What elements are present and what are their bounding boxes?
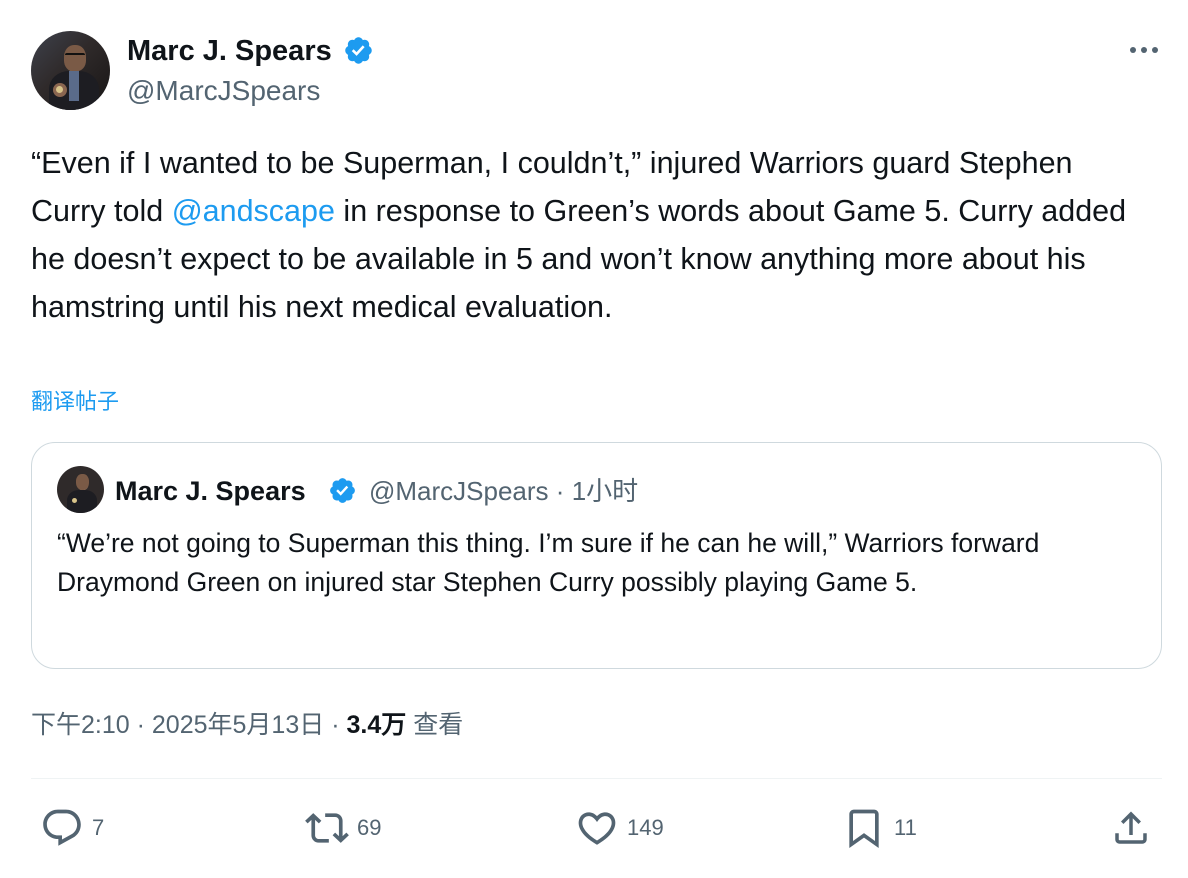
post-meta: 下午2:10 · 2025年5月13日 · 3.4万 查看 xyxy=(31,705,463,745)
reply-button[interactable]: 7 xyxy=(40,804,104,852)
bookmark-button[interactable]: 11 xyxy=(842,804,917,852)
separator: · xyxy=(555,476,565,506)
views-label: 查看 xyxy=(413,711,464,739)
reply-count: 7 xyxy=(92,815,105,840)
more-icon xyxy=(1130,47,1158,53)
quoted-post[interactable]: Marc J. Spears @MarcJSpears · 1小时 “We’re… xyxy=(31,442,1162,669)
verified-badge-icon xyxy=(330,478,355,503)
quoted-text: “We’re not going to Superman this thing.… xyxy=(57,528,1040,597)
reply-icon xyxy=(43,809,81,846)
like-icon xyxy=(578,812,616,845)
mention-link[interactable]: @andscape xyxy=(172,194,335,228)
quoted-author-name: Marc J. Spears xyxy=(115,476,306,506)
post-time[interactable]: 下午2:10 xyxy=(31,711,130,739)
quoted-avatar[interactable] xyxy=(57,466,104,513)
tweet: Marc J. Spears @MarcJSpears “Even if I w… xyxy=(0,0,1188,878)
separator: · xyxy=(331,711,340,739)
verified-badge-icon xyxy=(345,37,372,64)
repost-icon xyxy=(305,813,349,843)
repost-count: 69 xyxy=(357,815,382,840)
views-count: 3.4万 xyxy=(346,711,407,739)
divider xyxy=(31,778,1162,779)
quoted-handle: @MarcJSpears xyxy=(369,476,549,506)
translate-post-link[interactable]: 翻译帖子 xyxy=(31,385,119,419)
quoted-time: 1小时 xyxy=(571,476,639,506)
avatar[interactable] xyxy=(31,31,110,110)
author-name[interactable]: Marc J. Spears xyxy=(127,31,332,71)
bookmark-icon xyxy=(849,809,879,849)
like-button[interactable]: 149 xyxy=(575,804,664,852)
repost-button[interactable]: 69 xyxy=(305,804,381,852)
post-date[interactable]: 2025年5月13日 xyxy=(152,711,324,739)
more-options-button[interactable] xyxy=(1124,32,1164,68)
bookmark-count: 11 xyxy=(894,815,917,840)
author-handle[interactable]: @MarcJSpears xyxy=(127,72,320,110)
post-text: “Even if I wanted to be Superman, I coul… xyxy=(31,139,1141,331)
quoted-meta: @MarcJSpears · 1小时 xyxy=(369,473,638,509)
separator: · xyxy=(136,711,145,739)
like-count: 149 xyxy=(627,815,664,840)
share-button[interactable] xyxy=(1110,804,1152,852)
share-icon xyxy=(1115,811,1147,844)
